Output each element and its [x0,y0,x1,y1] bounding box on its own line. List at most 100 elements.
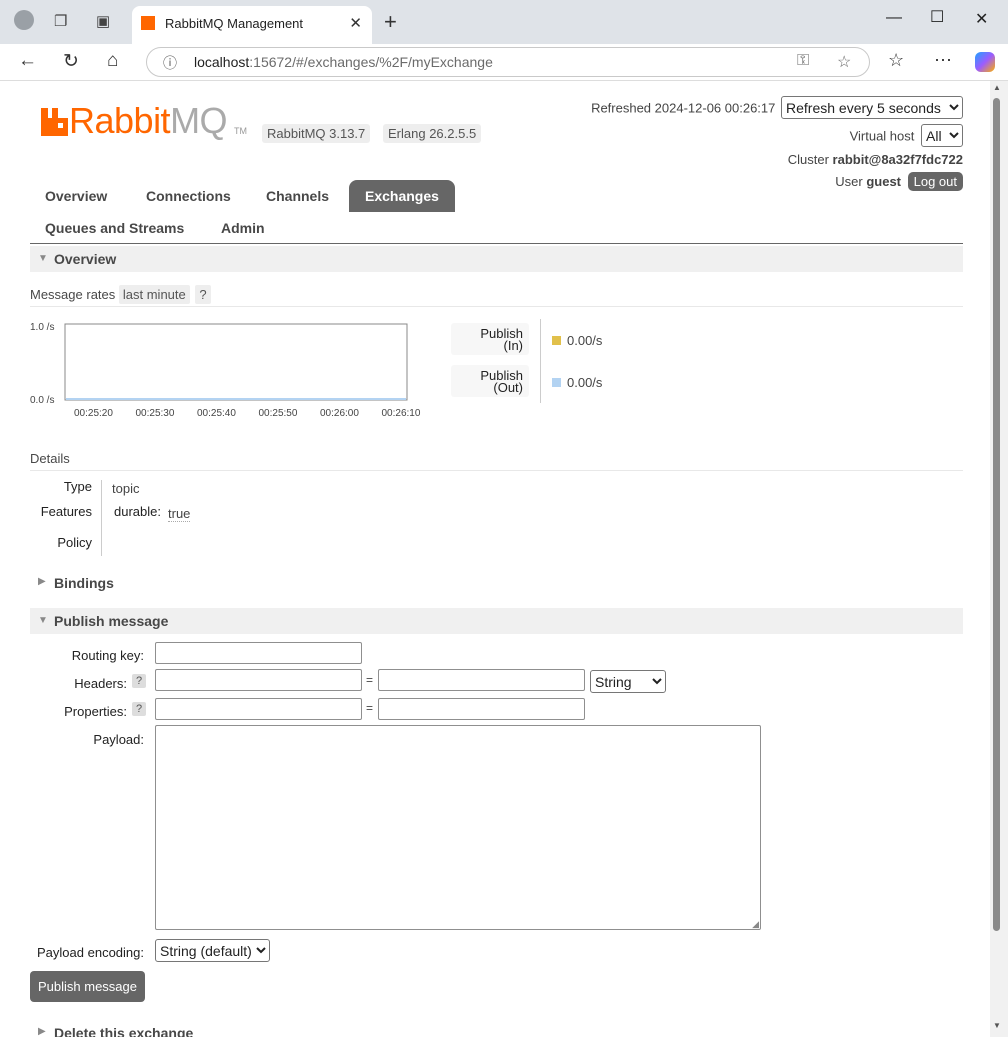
vhost-select[interactable]: All [921,124,963,147]
rates-help-button[interactable]: ? [195,285,211,304]
maximize-icon[interactable]: ☐ [930,7,944,27]
page-scrollbar[interactable]: ▲ ▼ [990,81,1008,1037]
new-tab-icon[interactable]: + [384,9,397,35]
favorite-star-icon[interactable]: ☆ [837,52,851,72]
nav-admin[interactable]: Admin [221,220,265,236]
rabbitmq-favicon-icon [141,16,155,30]
nav-queues[interactable]: Queues and Streams [45,220,184,236]
details-header: Details [30,451,963,471]
property-key-input[interactable] [155,698,362,720]
payload-encoding-label: Payload encoding: [37,945,144,960]
nav-divider [30,243,963,244]
favorites-icon[interactable]: ☆ [888,50,904,71]
logo-mq: MQ [170,100,228,141]
message-rates-label: Message rates [30,287,116,302]
version-badge: RabbitMQ 3.13.7 [262,124,371,143]
site-info-icon[interactable]: ⓘ [163,53,177,73]
publish-section-title: Publish message [54,613,169,629]
y-tick-min: 0.0 /s [30,395,54,406]
profile-icon[interactable] [14,10,34,30]
tab-title: RabbitMQ Management [165,16,304,31]
logo-rabbit: Rabbit [69,100,171,141]
user-value: guest [866,174,901,189]
browser-tab[interactable]: RabbitMQ Management ✕ [132,6,372,44]
property-value-input[interactable] [378,698,585,720]
headers-label: Headers: [74,676,127,691]
details-divider [101,480,102,556]
property-equals: = [366,701,374,715]
window-close-icon[interactable]: ✕ [975,9,988,29]
headers-help-button[interactable]: ? [132,674,147,688]
resize-handle-icon[interactable]: ◢ [752,919,759,930]
workspaces-icon[interactable]: ❐ [54,12,67,30]
back-icon[interactable]: ← [18,50,37,72]
x-tick-label: 00:25:50 [259,408,298,419]
page-content: RabbitMQ TM RabbitMQ 3.13.7 Erlang 26.2.… [5,81,990,1037]
payload-encoding-select[interactable]: String (default) [155,939,270,962]
refresh-interval-select[interactable]: Refresh every 5 seconds [781,96,963,119]
browser-tab-bar: ❐ ▣ RabbitMQ Management ✕ + — ☐ ✕ [0,0,1008,44]
properties-help-button[interactable]: ? [132,702,147,716]
collapse-triangle-icon: ▼ [38,253,48,264]
x-tick-label: 00:26:00 [320,408,359,419]
rates-period-toggle[interactable]: last minute [118,285,190,304]
header-type-select[interactable]: String [590,670,666,693]
cluster-label: Cluster [787,152,829,167]
message-rates-header: Message rates last minute ? [30,285,963,307]
publish-section-header[interactable]: ▼ Publish message [30,608,963,634]
bindings-section-header[interactable]: ▶ Bindings [30,570,963,596]
payload-textarea[interactable]: ◢ [155,725,761,930]
copilot-icon[interactable] [975,52,995,72]
scroll-up-icon[interactable]: ▲ [993,83,1001,92]
x-tick-label: 00:25:30 [136,408,175,419]
routing-key-label: Routing key: [71,648,144,663]
logo-tm: TM [234,126,247,136]
nav-connections[interactable]: Connections [146,188,231,204]
header-equals: = [366,673,374,687]
home-icon[interactable]: ⌂ [107,50,118,72]
publish-out-swatch [552,378,561,387]
vhost-label: Virtual host [849,128,915,144]
tab-actions-icon[interactable]: ▣ [96,12,110,30]
scroll-down-icon[interactable]: ▼ [993,1021,1001,1030]
user-label: User [835,174,863,189]
durable-key: durable: [114,504,161,519]
reload-icon[interactable]: ↻ [63,50,79,73]
publish-out-value: 0.00/s [552,375,602,390]
cluster-value: rabbit@8a32f7fdc722 [832,152,963,167]
header-value-input[interactable] [378,669,585,691]
expand-triangle-icon: ▶ [38,1026,46,1037]
close-tab-icon[interactable]: ✕ [349,14,362,32]
logout-button[interactable]: Log out [907,172,963,191]
features-label: Features [40,504,92,519]
expand-triangle-icon: ▶ [38,576,46,587]
nav-exchanges[interactable]: Exchanges [349,180,455,212]
url-field[interactable]: ⓘ localhost:15672/#/exchanges/%2F/myExch… [146,47,870,77]
properties-label: Properties: [64,704,127,719]
policy-label: Policy [57,535,92,550]
key-icon[interactable]: ⚿ [797,52,809,70]
minimize-icon[interactable]: — [886,9,902,27]
publish-in-value: 0.00/s [552,333,602,348]
publish-message-button[interactable]: Publish message [30,971,145,1002]
nav-overview[interactable]: Overview [45,188,107,204]
type-value: topic [112,481,140,496]
header-key-input[interactable] [155,669,362,691]
durable-value: true [168,506,191,522]
nav-channels[interactable]: Channels [266,188,329,204]
x-tick-label: 00:25:20 [74,408,113,419]
y-tick-max: 1.0 /s [30,322,54,333]
delete-section-header[interactable]: ▶ Delete this exchange [30,1020,963,1037]
bindings-title: Bindings [54,575,114,591]
collapse-triangle-icon: ▼ [38,615,48,626]
rabbit-logo-icon [41,108,68,136]
publish-in-swatch [552,336,561,345]
routing-key-input[interactable] [155,642,362,664]
x-tick-label: 00:26:10 [382,408,421,419]
scrollbar-thumb[interactable] [993,98,1000,931]
overview-section-header[interactable]: ▼ Overview [30,246,963,272]
more-menu-icon[interactable]: ⋯ [934,50,952,71]
chart-plot-area [64,323,408,401]
url-path: :15672/#/exchanges/%2F/myExchange [249,54,493,70]
details-title: Details [30,451,70,466]
